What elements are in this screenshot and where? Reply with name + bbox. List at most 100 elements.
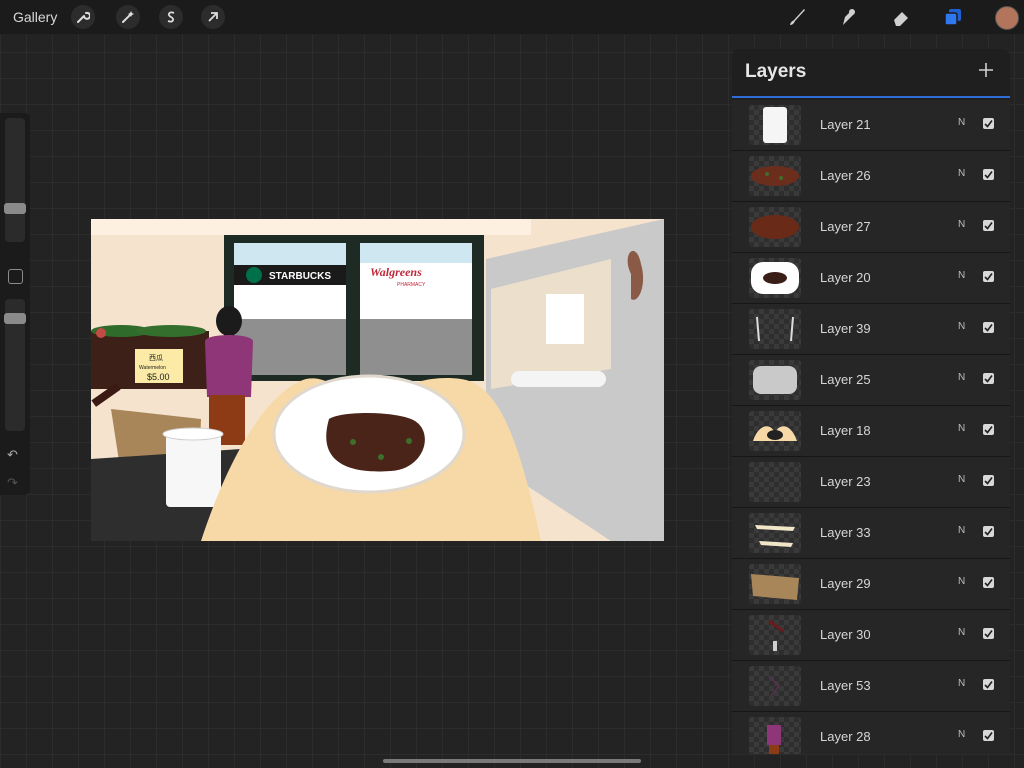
layer-visibility-checkbox[interactable] xyxy=(983,271,994,282)
layer-blend-mode[interactable]: N xyxy=(958,525,965,536)
layer-row[interactable]: Layer 21 N xyxy=(732,100,1010,151)
layer-name: Layer 26 xyxy=(820,168,871,183)
layer-row[interactable]: Layer 23 N xyxy=(732,457,1010,508)
layer-visibility-checkbox[interactable] xyxy=(983,118,994,129)
layer-thumbnail[interactable] xyxy=(749,513,801,553)
eraser-tool-button[interactable] xyxy=(889,5,913,29)
layer-visibility-checkbox[interactable] xyxy=(983,424,994,435)
adjustments-button[interactable] xyxy=(116,5,140,29)
layer-name: Layer 28 xyxy=(820,729,871,744)
add-layer-button[interactable] xyxy=(978,58,994,84)
gallery-button[interactable]: Gallery xyxy=(13,9,57,25)
layer-row[interactable]: Layer 28 N xyxy=(732,712,1010,754)
layer-row[interactable]: Layer 33 N xyxy=(732,508,1010,559)
layer-visibility-checkbox[interactable] xyxy=(983,322,994,333)
layer-visibility-checkbox[interactable] xyxy=(983,169,994,180)
layer-row[interactable]: Layer 26 N xyxy=(732,151,1010,202)
walgreens-text: Walgreens xyxy=(370,265,422,279)
layers-icon xyxy=(944,9,961,26)
layer-thumbnail[interactable] xyxy=(749,207,801,247)
checkmark-icon xyxy=(984,171,993,179)
drawing-canvas[interactable]: STARBUCKS Walgreens PHARMACY 西瓜 Watermel… xyxy=(91,219,664,541)
layer-blend-mode[interactable]: N xyxy=(958,219,965,230)
layer-thumbnail[interactable] xyxy=(749,411,801,451)
brush-tool-button[interactable] xyxy=(785,5,809,29)
layer-list: Layer 21 N Layer 26 N Layer 27 N Layer 20 N Laye… xyxy=(732,100,1010,754)
modify-button[interactable] xyxy=(8,269,23,284)
layer-blend-mode[interactable]: N xyxy=(958,372,965,383)
selection-button[interactable] xyxy=(159,5,183,29)
layer-row[interactable]: Layer 20 N xyxy=(732,253,1010,304)
menu-poster xyxy=(546,294,584,344)
redo-icon[interactable]: ↷ xyxy=(7,475,18,491)
layer-visibility-checkbox[interactable] xyxy=(983,577,994,588)
checkmark-icon xyxy=(984,477,993,485)
checkmark-icon xyxy=(984,579,993,587)
layer-thumbnail[interactable] xyxy=(749,564,801,604)
layer-row[interactable]: Layer 18 N xyxy=(732,406,1010,457)
layer-blend-mode[interactable]: N xyxy=(958,168,965,179)
top-toolbar: Gallery xyxy=(0,0,1024,34)
layer-thumbnail[interactable] xyxy=(749,258,801,298)
opacity-slider[interactable] xyxy=(4,299,26,431)
smudge-tool-button[interactable] xyxy=(836,5,860,29)
layer-row[interactable]: Layer 30 N xyxy=(732,610,1010,661)
layer-blend-mode[interactable]: N xyxy=(958,729,965,740)
layer-name: Layer 53 xyxy=(820,678,871,693)
layer-visibility-checkbox[interactable] xyxy=(983,730,994,741)
brush-size-thumb[interactable] xyxy=(4,203,26,214)
layer-row[interactable]: Layer 25 N xyxy=(732,355,1010,406)
layer-visibility-checkbox[interactable] xyxy=(983,679,994,690)
starbucks-logo xyxy=(246,267,262,283)
smudge-icon xyxy=(843,9,855,25)
layer-thumbnail[interactable] xyxy=(749,615,801,655)
checkmark-icon xyxy=(984,120,993,128)
starbucks-text: STARBUCKS xyxy=(269,271,331,282)
layer-visibility-checkbox[interactable] xyxy=(983,628,994,639)
layer-visibility-checkbox[interactable] xyxy=(983,475,994,486)
layer-blend-mode[interactable]: N xyxy=(958,321,965,332)
layer-blend-mode[interactable]: N xyxy=(958,474,965,485)
layer-blend-mode[interactable]: N xyxy=(958,627,965,638)
undo-icon[interactable]: ↶ xyxy=(7,447,18,463)
layer-row[interactable]: Layer 39 N xyxy=(732,304,1010,355)
layer-row[interactable]: Layer 27 N xyxy=(732,202,1010,253)
checkmark-icon xyxy=(984,273,993,281)
layer-visibility-checkbox[interactable] xyxy=(983,220,994,231)
woman-sweater xyxy=(205,335,253,397)
home-indicator[interactable] xyxy=(383,759,641,763)
actions-button[interactable] xyxy=(71,5,95,29)
layer-name: Layer 29 xyxy=(820,576,871,591)
layer-row[interactable]: Layer 53 N xyxy=(732,661,1010,712)
color-picker-button[interactable] xyxy=(995,6,1019,30)
layer-blend-mode[interactable]: N xyxy=(958,117,965,128)
transform-button[interactable] xyxy=(201,5,225,29)
magic-wand-icon xyxy=(122,11,134,23)
opacity-thumb[interactable] xyxy=(4,313,26,324)
eraser-icon xyxy=(894,12,908,26)
layer-blend-mode[interactable]: N xyxy=(958,678,965,689)
layer-thumbnail[interactable] xyxy=(749,156,801,196)
price-tag-cn: 西瓜 xyxy=(149,354,163,362)
layer-thumbnail[interactable] xyxy=(749,462,801,502)
layer-name: Layer 39 xyxy=(820,321,871,336)
layers-title: Layers xyxy=(745,61,807,82)
layer-name: Layer 18 xyxy=(820,423,871,438)
layers-button[interactable] xyxy=(941,5,965,29)
arrow-cursor-icon xyxy=(208,12,218,22)
woman-head xyxy=(216,306,242,336)
layer-thumbnail[interactable] xyxy=(749,666,801,706)
brush-size-slider[interactable] xyxy=(4,118,26,242)
layer-name: Layer 30 xyxy=(820,627,871,642)
layer-blend-mode[interactable]: N xyxy=(958,270,965,281)
layer-visibility-checkbox[interactable] xyxy=(983,526,994,537)
layer-thumbnail[interactable] xyxy=(749,309,801,349)
layer-thumbnail[interactable] xyxy=(749,717,801,754)
layer-name: Layer 27 xyxy=(820,219,871,234)
layer-visibility-checkbox[interactable] xyxy=(983,373,994,384)
layer-thumbnail[interactable] xyxy=(749,360,801,400)
layer-blend-mode[interactable]: N xyxy=(958,576,965,587)
layer-blend-mode[interactable]: N xyxy=(958,423,965,434)
layer-row[interactable]: Layer 29 N xyxy=(732,559,1010,610)
layer-thumbnail[interactable] xyxy=(749,105,801,145)
